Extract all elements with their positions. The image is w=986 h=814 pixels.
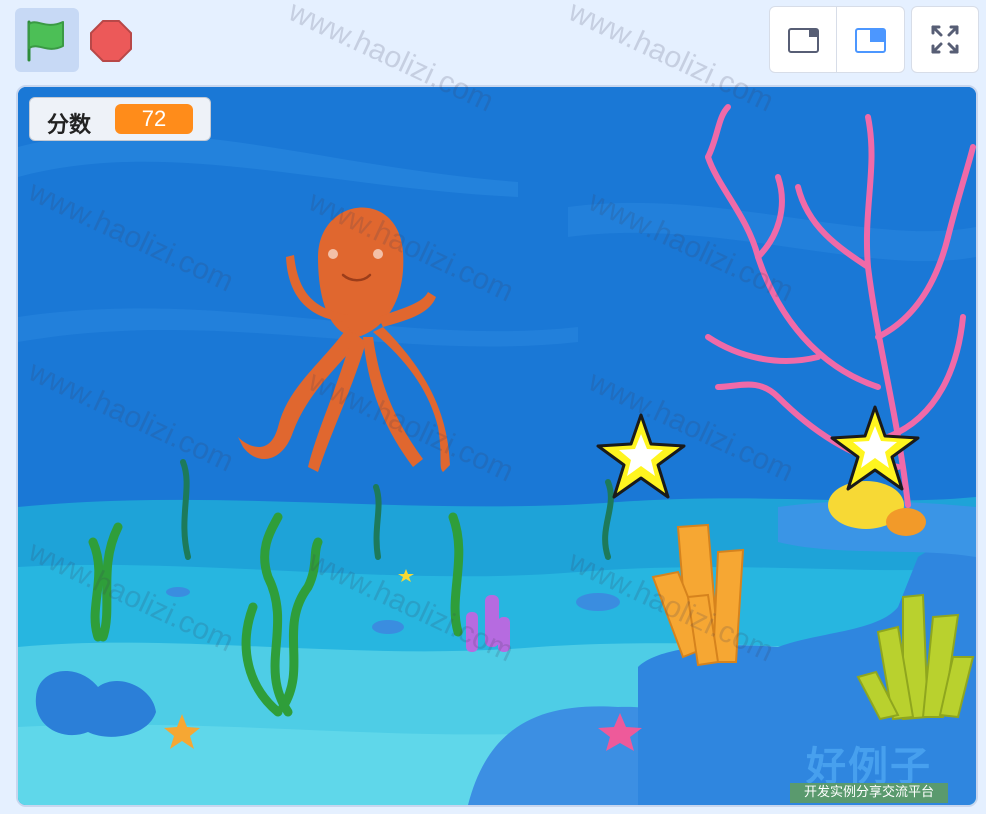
watermark-brand: 好例子网 开发实例分享交流平台 [789,734,949,805]
stage-canvas[interactable]: 分数 72 好例子网 开发实例分享交流平台 [16,85,978,807]
watermark-brand-tagline: 开发实例分享交流平台 [790,783,948,803]
green-flag-icon [27,20,64,62]
stage-size-toggle [769,6,905,73]
large-stage-button[interactable] [837,7,904,72]
score-value: 72 [115,104,193,134]
large-stage-icon [855,28,886,53]
stop-button[interactable] [86,10,138,70]
score-variable-monitor[interactable]: 分数 72 [29,97,211,141]
small-stage-icon [788,28,819,53]
stage-header [0,0,986,84]
stop-sign-icon [90,20,132,62]
underwater-backdrop [18,87,976,805]
fullscreen-icon [931,25,959,54]
fullscreen-button[interactable] [911,6,979,73]
green-flag-button[interactable] [15,8,79,72]
small-stage-button[interactable] [770,7,837,72]
score-label: 分数 [47,112,92,137]
